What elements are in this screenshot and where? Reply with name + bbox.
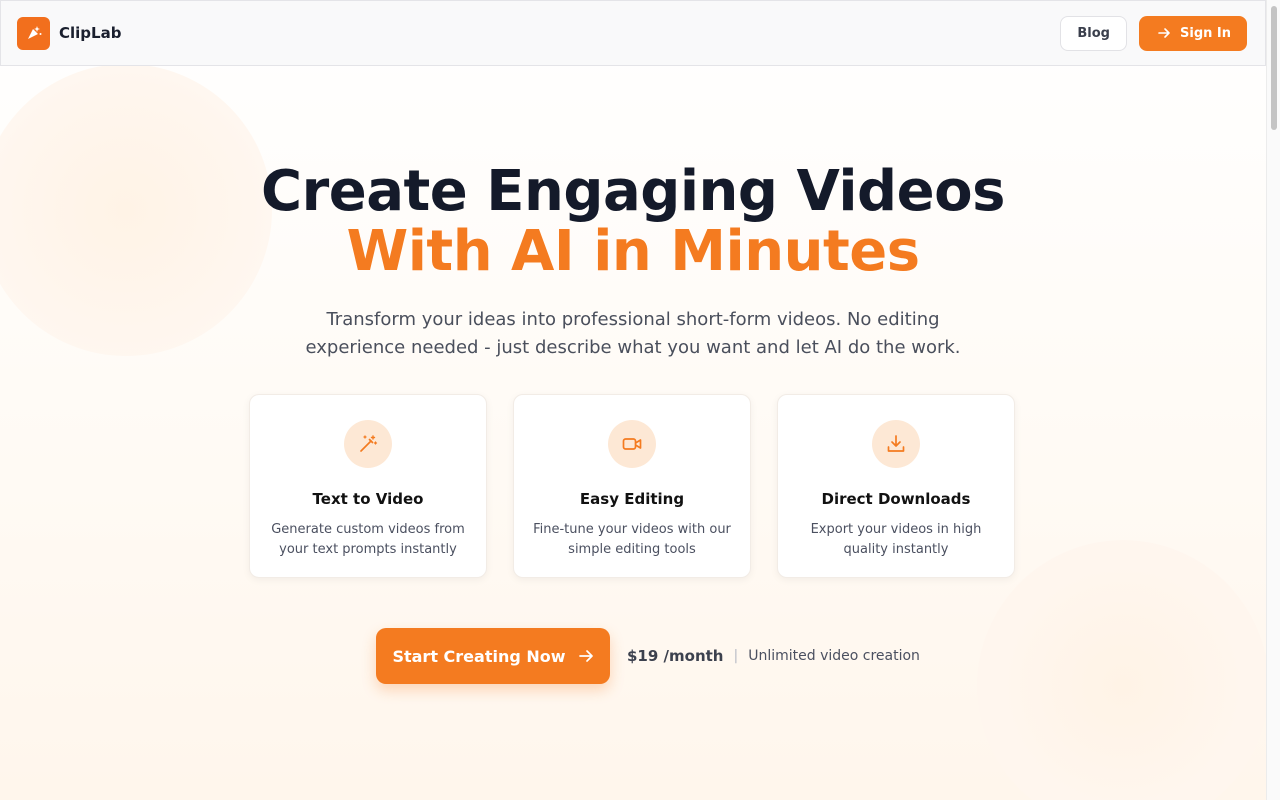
cliplab-logo-icon [17,16,50,50]
feature-description: Generate custom videos from your text pr… [271,522,465,557]
hero-section: Create Engaging Videos With AI in Minute… [0,66,1266,800]
feature-title: Easy Editing [579,490,685,508]
hero-title-line1: Create Engaging Videos [261,159,1005,224]
page-scrollbar[interactable] [1266,0,1280,800]
price-separator: | [733,648,739,664]
brand[interactable]: ClipLab [17,16,122,50]
feature-title: Direct Downloads [821,490,971,508]
feature-card-easy-editing: Easy Editing Fine-tune your videos with … [513,394,751,578]
brand-name: ClipLab [59,24,122,42]
feature-cards: Text to Video Generate custom videos fro… [249,394,1015,578]
feature-title: Text to Video [312,490,424,508]
price: $19 /month [627,647,724,665]
price-note: Unlimited video creation [748,648,920,664]
start-creating-button[interactable]: Start Creating Now [376,628,610,684]
cta-row: Start Creating Now $19 /month | Unlimite… [376,628,920,684]
feature-description: Export your videos in high quality insta… [810,522,982,557]
sign-in-button[interactable]: Sign In [1139,15,1247,51]
video-camera-icon [608,420,656,468]
arrow-right-icon [1158,28,1170,38]
hero-title-line2: With AI in Minutes [346,219,920,284]
arrow-right-icon [578,650,593,662]
blog-button[interactable]: Blog [1060,15,1127,51]
feature-description: Fine-tune your videos with our simple ed… [533,522,731,557]
feature-card-text-to-video: Text to Video Generate custom videos fro… [249,394,487,578]
sign-in-label: Sign In [1180,25,1231,41]
header-nav: Blog Sign In [1060,15,1247,51]
magic-wand-icon [344,420,392,468]
scrollbar-thumb[interactable] [1271,6,1277,130]
download-icon [872,420,920,468]
hero-subtitle: Transform your ideas into professional s… [305,309,961,358]
feature-card-direct-downloads: Direct Downloads Export your videos in h… [777,394,1015,578]
start-creating-label: Start Creating Now [392,646,566,666]
top-nav-bar: ClipLab Blog Sign In [0,0,1266,66]
